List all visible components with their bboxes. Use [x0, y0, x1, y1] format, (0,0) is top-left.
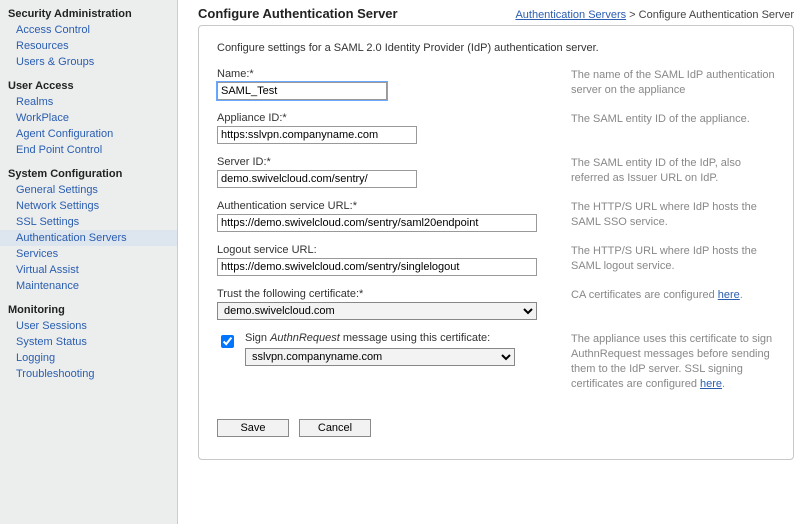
sidebar-item-general-settings[interactable]: General Settings — [0, 182, 177, 198]
page-header: Configure Authentication Server Authenti… — [198, 6, 794, 21]
help-sign-suffix: . — [722, 378, 725, 390]
input-server-id[interactable] — [217, 170, 417, 188]
help-name: The name of the SAML IdP authentication … — [557, 68, 775, 98]
breadcrumb: Authentication Servers > Configure Authe… — [515, 9, 794, 21]
select-trust-cert[interactable]: demo.swivelcloud.com — [217, 302, 537, 320]
row-trust-cert: Trust the following certificate:* demo.s… — [217, 288, 775, 320]
sidebar-group-title: Monitoring — [0, 300, 177, 318]
sidebar-item-resources[interactable]: Resources — [0, 38, 177, 54]
checkbox-sign-authnrequest[interactable] — [221, 335, 234, 348]
sidebar-item-virtual-assist[interactable]: Virtual Assist — [0, 262, 177, 278]
help-sign-text: The appliance uses this certificate to s… — [571, 333, 772, 390]
help-trust-cert-suffix: . — [740, 289, 743, 301]
label-trust-cert: Trust the following certificate:* — [217, 288, 557, 300]
panel-intro: Configure settings for a SAML 2.0 Identi… — [217, 42, 775, 54]
label-sign-authnrequest: Sign AuthnRequest message using this cer… — [245, 332, 557, 344]
help-logout-url: The HTTP/S URL where IdP hosts the SAML … — [557, 244, 775, 274]
sidebar-group-monitoring: Monitoring User Sessions System Status L… — [0, 300, 177, 382]
sidebar-group-title: User Access — [0, 76, 177, 94]
input-appliance-id[interactable] — [217, 126, 417, 144]
label-auth-url: Authentication service URL:* — [217, 200, 557, 212]
sidebar-item-logging[interactable]: Logging — [0, 350, 177, 366]
sidebar-item-maintenance[interactable]: Maintenance — [0, 278, 177, 294]
sidebar-item-agent-configuration[interactable]: Agent Configuration — [0, 126, 177, 142]
sidebar-item-troubleshooting[interactable]: Troubleshooting — [0, 366, 177, 382]
config-panel: Configure settings for a SAML 2.0 Identi… — [198, 25, 794, 460]
row-appliance-id: Appliance ID:* The SAML entity ID of the… — [217, 112, 775, 144]
breadcrumb-current: Configure Authentication Server — [639, 9, 794, 21]
sidebar-item-users-groups[interactable]: Users & Groups — [0, 54, 177, 70]
sidebar-item-workplace[interactable]: WorkPlace — [0, 110, 177, 126]
sidebar-item-ssl-settings[interactable]: SSL Settings — [0, 214, 177, 230]
row-auth-url: Authentication service URL:* The HTTP/S … — [217, 200, 775, 232]
breadcrumb-sep: > — [629, 9, 635, 21]
label-appliance-id: Appliance ID:* — [217, 112, 557, 124]
input-logout-url[interactable] — [217, 258, 537, 276]
sidebar: Security Administration Access Control R… — [0, 0, 178, 524]
select-sign-cert[interactable]: sslvpn.companyname.com — [245, 348, 515, 366]
save-button[interactable]: Save — [217, 419, 289, 437]
sidebar-group-title: System Configuration — [0, 164, 177, 182]
label-logout-url: Logout service URL: — [217, 244, 557, 256]
link-ssl-here[interactable]: here — [700, 378, 722, 390]
sidebar-item-authentication-servers[interactable]: Authentication Servers — [0, 230, 177, 246]
input-name[interactable] — [217, 82, 387, 100]
label-name: Name:* — [217, 68, 557, 80]
sidebar-group-user-access: User Access Realms WorkPlace Agent Confi… — [0, 76, 177, 158]
sidebar-item-end-point-control[interactable]: End Point Control — [0, 142, 177, 158]
row-server-id: Server ID:* The SAML entity ID of the Id… — [217, 156, 775, 188]
sidebar-item-access-control[interactable]: Access Control — [0, 22, 177, 38]
page-title: Configure Authentication Server — [198, 6, 398, 21]
sidebar-group-security-admin: Security Administration Access Control R… — [0, 4, 177, 70]
sidebar-item-user-sessions[interactable]: User Sessions — [0, 318, 177, 334]
sidebar-item-system-status[interactable]: System Status — [0, 334, 177, 350]
help-trust-cert: CA certificates are configured here. — [557, 288, 775, 303]
help-server-id: The SAML entity ID of the IdP, also refe… — [557, 156, 775, 186]
button-row: Save Cancel — [217, 419, 775, 437]
row-sign-authnrequest: Sign AuthnRequest message using this cer… — [217, 332, 775, 391]
help-trust-cert-text: CA certificates are configured — [571, 289, 718, 301]
breadcrumb-link-auth-servers[interactable]: Authentication Servers — [515, 9, 626, 21]
main-content: Configure Authentication Server Authenti… — [178, 0, 808, 524]
label-sign-suffix: message using this certificate: — [340, 332, 490, 344]
cancel-button[interactable]: Cancel — [299, 419, 371, 437]
sidebar-item-services[interactable]: Services — [0, 246, 177, 262]
label-server-id: Server ID:* — [217, 156, 557, 168]
input-auth-url[interactable] — [217, 214, 537, 232]
link-ca-here[interactable]: here — [718, 289, 740, 301]
sidebar-item-realms[interactable]: Realms — [0, 94, 177, 110]
label-sign-prefix: Sign — [245, 332, 270, 344]
row-name: Name:* The name of the SAML IdP authenti… — [217, 68, 775, 100]
sidebar-item-network-settings[interactable]: Network Settings — [0, 198, 177, 214]
label-sign-italic: AuthnRequest — [270, 332, 340, 344]
sidebar-group-title: Security Administration — [0, 4, 177, 22]
help-auth-url: The HTTP/S URL where IdP hosts the SAML … — [557, 200, 775, 230]
sidebar-group-system-configuration: System Configuration General Settings Ne… — [0, 164, 177, 294]
row-logout-url: Logout service URL: The HTTP/S URL where… — [217, 244, 775, 276]
help-sign: The appliance uses this certificate to s… — [557, 332, 775, 391]
help-appliance-id: The SAML entity ID of the appliance. — [557, 112, 775, 127]
